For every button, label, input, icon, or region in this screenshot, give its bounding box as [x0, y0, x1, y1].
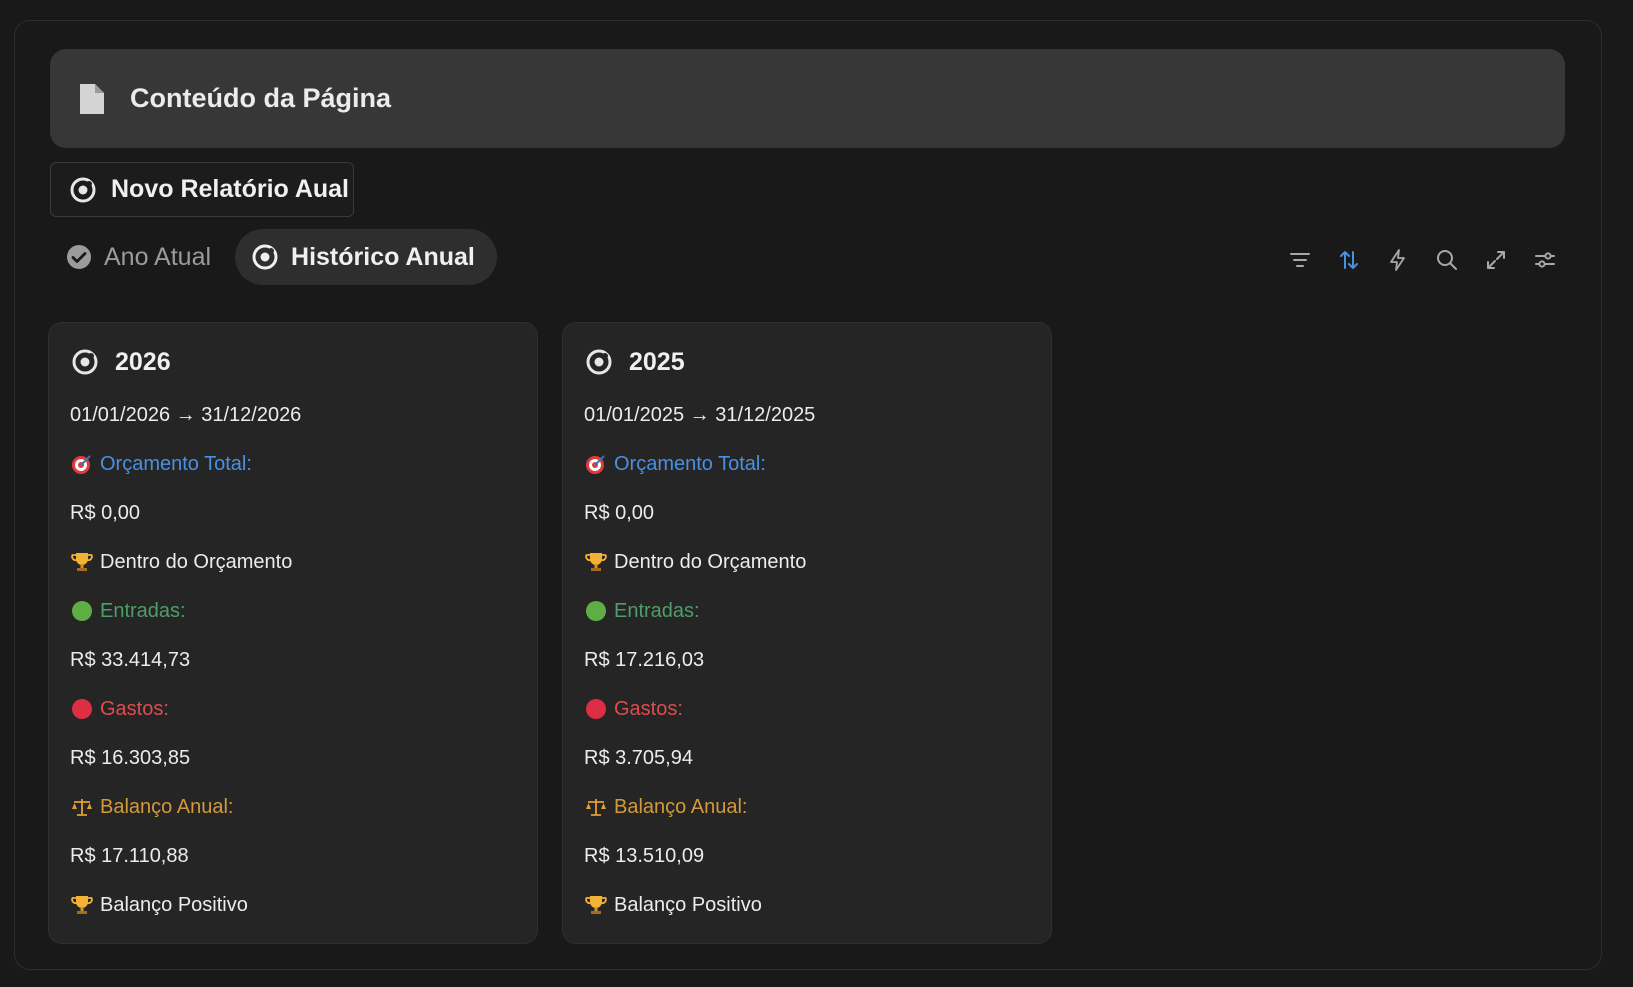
- filter-icon: [1289, 253, 1310, 267]
- settings-sliders-icon: [1534, 252, 1555, 268]
- expenses-label: Gastos:: [614, 697, 683, 720]
- expenses-value-row: R$ 16.303,85: [70, 743, 190, 773]
- budget-label-row: Orçamento Total:: [70, 449, 252, 479]
- balance-value-row: R$ 13.510,09: [584, 841, 704, 871]
- sort-icon: [1339, 251, 1358, 269]
- target-icon: [586, 349, 612, 375]
- lightning-icon: [1389, 249, 1405, 271]
- budget-status-row: Dentro do Orçamento: [584, 547, 806, 577]
- budget-status-row: Dentro do Orçamento: [70, 547, 292, 577]
- budget-label: Orçamento Total:: [100, 452, 252, 475]
- income-value: R$ 17.216,03: [584, 648, 705, 671]
- expand-icon: [1486, 251, 1505, 269]
- expenses-label-row: Gastos:: [70, 694, 169, 724]
- red-circle-icon: [70, 697, 94, 721]
- expenses-label-row: Gastos:: [584, 694, 683, 724]
- budget-label: Orçamento Total:: [614, 452, 766, 475]
- search-button[interactable]: [1422, 244, 1471, 276]
- card-header: 2025: [585, 343, 685, 381]
- balance-value-row: R$ 17.110,88: [70, 841, 189, 871]
- balance-status: Balanço Positivo: [100, 893, 248, 916]
- trophy-icon: [584, 550, 608, 574]
- trophy-icon: [584, 893, 608, 917]
- budget-value-row: R$ 0,00: [584, 498, 654, 528]
- budget-status: Dentro do Orçamento: [100, 550, 293, 573]
- expenses-value: R$ 3.705,94: [584, 746, 693, 769]
- budget-status: Dentro do Orçamento: [614, 550, 807, 573]
- tab-label: Histórico Anual: [291, 242, 475, 271]
- date-range-text: 01/01/2025 → 31/12/2025: [584, 403, 816, 426]
- income-value: R$ 33.414,73: [70, 648, 191, 671]
- green-circle-icon: [70, 599, 94, 623]
- red-circle-icon: [584, 697, 608, 721]
- filter-button[interactable]: [1275, 244, 1324, 276]
- income-value-row: R$ 17.216,03: [584, 645, 704, 675]
- budget-value: R$ 0,00: [70, 501, 141, 524]
- balance-label-row: Balanço Anual:: [70, 792, 233, 822]
- budget-value-row: R$ 0,00: [70, 498, 140, 528]
- balance-status-row: Balanço Positivo: [70, 890, 248, 920]
- income-label: Entradas:: [614, 599, 700, 622]
- new-report-label: Novo Relatório Aual: [111, 175, 349, 203]
- tab-label: Ano Atual: [104, 242, 212, 271]
- year-card-2025[interactable]: 2025 01/01/2025 → 31/12/2025 Orçamento T…: [562, 322, 1052, 944]
- balance-value: R$ 17.110,88: [70, 844, 189, 867]
- year-card-2026[interactable]: 2026 01/01/2026 → 31/12/2026 Orçamento T…: [48, 322, 538, 944]
- page-header: Conteúdo da Página: [50, 49, 1565, 148]
- target-icon: [252, 244, 278, 270]
- green-circle-icon: [584, 599, 608, 623]
- card-year: 2026: [115, 347, 171, 376]
- balance-label: Balanço Anual:: [100, 795, 234, 818]
- automation-button[interactable]: [1373, 244, 1422, 276]
- income-label: Entradas:: [100, 599, 186, 622]
- balance-value: R$ 13.510,09: [584, 844, 705, 867]
- balance-scale-icon: [584, 795, 608, 819]
- expenses-value-row: R$ 3.705,94: [584, 743, 693, 773]
- date-range-text: 01/01/2026 → 31/12/2026: [70, 403, 302, 426]
- dart-target-icon: [584, 452, 608, 476]
- card-header: 2026: [71, 343, 171, 381]
- sort-button[interactable]: [1324, 244, 1373, 276]
- target-icon: [70, 177, 96, 202]
- budget-label-row: Orçamento Total:: [584, 449, 766, 479]
- card-year: 2025: [629, 347, 685, 376]
- budget-value: R$ 0,00: [584, 501, 655, 524]
- date-range: 01/01/2025 → 31/12/2025: [584, 400, 815, 430]
- expand-button[interactable]: [1471, 244, 1520, 276]
- tab-current-year[interactable]: Ano Atual: [50, 229, 233, 285]
- view-tabs: Ano Atual Histórico Anual: [50, 229, 497, 285]
- page-title: Conteúdo da Página: [130, 83, 392, 113]
- new-annual-report-button[interactable]: Novo Relatório Aual: [50, 162, 354, 217]
- income-value-row: R$ 33.414,73: [70, 645, 190, 675]
- search-icon: [1436, 250, 1457, 270]
- check-circle-icon: [67, 245, 91, 269]
- balance-status: Balanço Positivo: [614, 893, 762, 916]
- balance-scale-icon: [70, 795, 94, 819]
- dart-target-icon: [70, 452, 94, 476]
- target-icon: [72, 349, 98, 375]
- expenses-value: R$ 16.303,85: [70, 746, 191, 769]
- income-label-row: Entradas:: [584, 596, 700, 626]
- balance-label-row: Balanço Anual:: [584, 792, 747, 822]
- view-toolbar: [1275, 244, 1569, 276]
- tab-annual-history[interactable]: Histórico Anual: [235, 229, 497, 285]
- date-range: 01/01/2026 → 31/12/2026: [70, 400, 301, 430]
- balance-status-row: Balanço Positivo: [584, 890, 762, 920]
- income-label-row: Entradas:: [70, 596, 186, 626]
- view-settings-button[interactable]: [1520, 244, 1569, 276]
- expenses-label: Gastos:: [100, 697, 169, 720]
- trophy-icon: [70, 893, 94, 917]
- trophy-icon: [70, 550, 94, 574]
- document-icon: [80, 83, 104, 114]
- balance-label: Balanço Anual:: [614, 795, 748, 818]
